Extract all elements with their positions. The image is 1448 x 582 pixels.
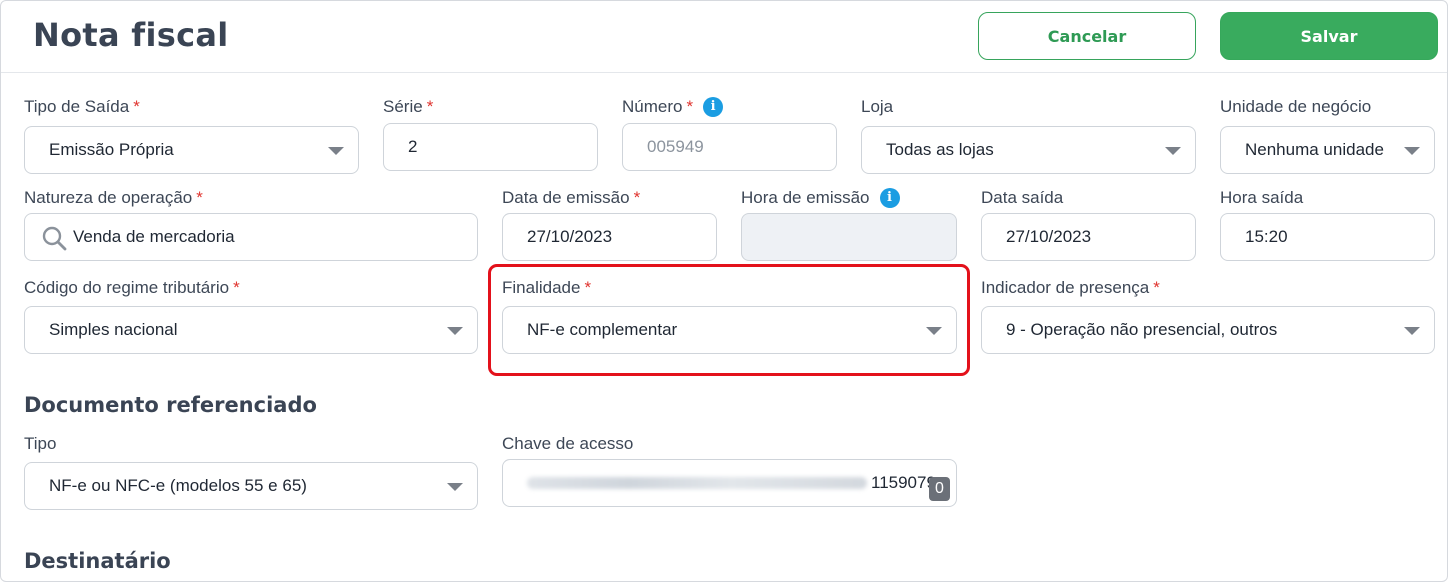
chave-input[interactable]: 1159079 0 xyxy=(502,459,957,507)
chevron-down-icon xyxy=(447,483,463,491)
hora-emissao-input xyxy=(741,213,957,261)
page-title: Nota fiscal xyxy=(33,16,229,54)
natureza-value: Venda de mercadoria xyxy=(73,227,235,246)
natureza-label-text: Natureza de operação xyxy=(24,188,193,207)
required-marker: * xyxy=(686,97,694,116)
required-marker: * xyxy=(1153,278,1160,297)
required-marker: * xyxy=(633,188,641,207)
data-emissao-label: Data de emissão * xyxy=(502,188,640,208)
chave-label-text: Chave de acesso xyxy=(502,434,634,453)
serie-input[interactable]: 2 xyxy=(383,123,598,171)
regime-label: Código do regime tributário * xyxy=(24,278,240,298)
numero-input[interactable]: 005949 xyxy=(622,123,837,171)
tipo-saida-label-text: Tipo de Saída xyxy=(24,97,130,116)
page-header: Nota fiscal Cancelar Salvar xyxy=(1,1,1447,73)
chevron-down-icon xyxy=(1404,147,1420,155)
loja-label-text: Loja xyxy=(861,97,894,116)
loja-label: Loja xyxy=(861,97,893,117)
nota-fiscal-window: Nota fiscal Cancelar Salvar Tipo de Saíd… xyxy=(0,0,1448,582)
character-count-badge: 0 xyxy=(929,477,950,501)
chave-value: 1159079 xyxy=(871,473,936,492)
chevron-down-icon xyxy=(447,327,463,335)
required-marker: * xyxy=(426,97,434,116)
hora-saida-value: 15:20 xyxy=(1245,227,1288,246)
blurred-text xyxy=(527,477,867,489)
hora-saida-label-text: Hora saída xyxy=(1220,188,1304,207)
presenca-select[interactable]: 9 - Operação não presencial, outros xyxy=(981,306,1435,354)
required-marker: * xyxy=(196,188,203,207)
loja-value: Todas as lojas xyxy=(886,140,994,159)
data-emissao-label-text: Data de emissão xyxy=(502,188,630,207)
regime-select[interactable]: Simples nacional xyxy=(24,306,478,354)
unidade-label: Unidade de negócio xyxy=(1220,97,1371,117)
chevron-down-icon xyxy=(328,147,344,155)
serie-value: 2 xyxy=(408,137,418,156)
documento-referenciado-heading: Documento referenciado xyxy=(24,393,317,417)
hora-saida-label: Hora saída xyxy=(1220,188,1303,208)
data-saida-label: Data saída xyxy=(981,188,1063,208)
info-icon[interactable]: i xyxy=(879,188,900,208)
finalidade-highlight-box xyxy=(488,264,970,376)
required-marker: * xyxy=(233,278,240,297)
hora-emissao-label-text: Hora de emissão xyxy=(741,188,870,207)
hora-emissao-label: Hora de emissão i xyxy=(741,188,900,208)
destinatario-heading: Destinatário xyxy=(24,549,171,573)
tipo-saida-label: Tipo de Saída * xyxy=(24,97,140,117)
unidade-label-text: Unidade de negócio xyxy=(1220,97,1372,116)
save-button[interactable]: Salvar xyxy=(1220,12,1438,60)
doc-tipo-select[interactable]: NF-e ou NFC-e (modelos 55 e 65) xyxy=(24,462,478,510)
loja-select[interactable]: Todas as lojas xyxy=(861,126,1196,174)
chevron-down-icon xyxy=(1404,327,1420,335)
cancel-button[interactable]: Cancelar xyxy=(978,12,1196,60)
regime-label-text: Código do regime tributário xyxy=(24,278,230,297)
required-marker: * xyxy=(133,97,140,116)
numero-label-text: Número xyxy=(622,97,683,116)
chevron-down-icon xyxy=(1165,147,1181,155)
numero-value: 005949 xyxy=(647,137,704,156)
presenca-label: Indicador de presença * xyxy=(981,278,1160,298)
doc-tipo-value: NF-e ou NFC-e (modelos 55 e 65) xyxy=(49,476,307,495)
data-saida-input[interactable]: 27/10/2023 xyxy=(981,213,1196,261)
natureza-search-input[interactable]: Venda de mercadoria xyxy=(24,213,478,261)
numero-label: Número * i xyxy=(622,97,724,117)
data-saida-value: 27/10/2023 xyxy=(1006,227,1092,246)
unidade-value: Nenhuma unidade xyxy=(1245,140,1384,159)
tipo-saida-select[interactable]: Emissão Própria xyxy=(24,126,359,174)
unidade-select[interactable]: Nenhuma unidade xyxy=(1220,126,1435,174)
chave-label: Chave de acesso xyxy=(502,434,633,454)
data-emissao-input[interactable]: 27/10/2023 xyxy=(502,213,717,261)
doc-tipo-label-text: Tipo xyxy=(24,434,57,453)
search-icon xyxy=(42,226,67,251)
data-saida-label-text: Data saída xyxy=(981,188,1064,207)
hora-saida-input[interactable]: 15:20 xyxy=(1220,213,1435,261)
tipo-saida-value: Emissão Própria xyxy=(49,140,174,159)
presenca-value: 9 - Operação não presencial, outros xyxy=(1006,320,1278,339)
presenca-label-text: Indicador de presença xyxy=(981,278,1150,297)
serie-label-text: Série xyxy=(383,97,423,116)
info-icon[interactable]: i xyxy=(703,97,724,117)
data-emissao-value: 27/10/2023 xyxy=(527,227,613,246)
regime-value: Simples nacional xyxy=(49,320,178,339)
serie-label: Série * xyxy=(383,97,433,117)
doc-tipo-label: Tipo xyxy=(24,434,56,454)
natureza-label: Natureza de operação * xyxy=(24,188,203,208)
